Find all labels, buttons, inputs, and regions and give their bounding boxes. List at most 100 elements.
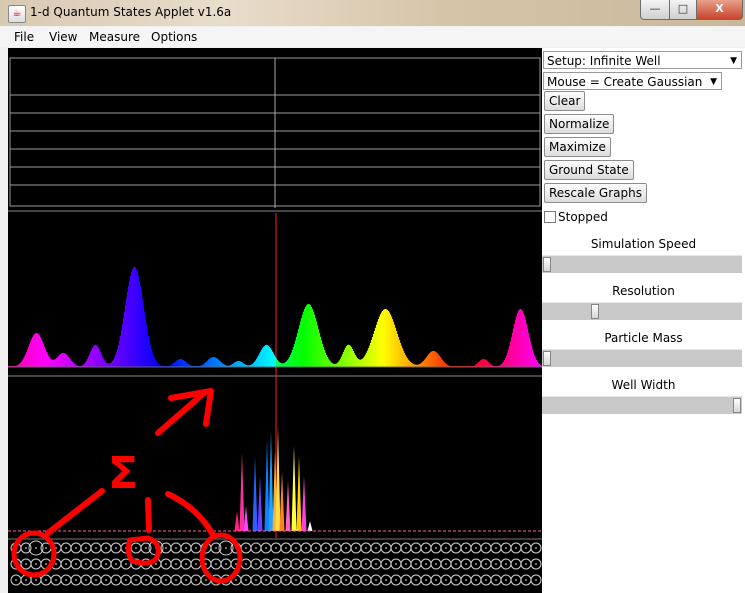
well-width-slider[interactable]	[542, 396, 742, 414]
phasor-dot	[395, 563, 397, 565]
phasor-dot	[325, 579, 327, 581]
phasor-dot	[255, 547, 257, 549]
setup-select[interactable]: Setup: Infinite Well ▼	[543, 51, 742, 69]
phasor-dot	[215, 563, 217, 565]
phasor-dot	[55, 579, 57, 581]
menu-view[interactable]: View	[49, 30, 77, 44]
phasor-dot	[165, 547, 167, 549]
chevron-down-icon: ▼	[710, 77, 717, 87]
resolution-slider[interactable]	[542, 302, 742, 320]
phasor-dot	[115, 547, 117, 549]
phasor-dot	[95, 579, 97, 581]
phasor-dot	[275, 563, 277, 565]
phasor-dot	[355, 579, 357, 581]
phasor-grid[interactable]	[10, 540, 542, 586]
slider-thumb[interactable]	[591, 304, 599, 319]
normalize-button[interactable]: Normalize	[544, 114, 615, 134]
phasor-dot	[435, 579, 437, 581]
phasor-dot	[295, 547, 297, 549]
slider-thumb[interactable]	[733, 398, 741, 413]
phasor-dot	[495, 547, 497, 549]
ground-state-button[interactable]: Ground State	[544, 160, 634, 180]
phasor-dot	[305, 547, 307, 549]
title-bar: ☕ 1-d Quantum States Applet v1.6a — □ X	[0, 0, 745, 26]
phasor-dot	[265, 579, 267, 581]
phasor-dot	[385, 547, 387, 549]
simulation-speed-slider[interactable]	[542, 255, 742, 273]
phasor-dot	[375, 563, 377, 565]
phasor-dot	[305, 563, 307, 565]
particle-mass-slider[interactable]	[542, 349, 742, 367]
menu-measure[interactable]: Measure	[89, 30, 140, 44]
applet-window: ☕ 1-d Quantum States Applet v1.6a — □ X …	[0, 0, 745, 593]
probability-density-graph	[8, 267, 542, 367]
clear-button[interactable]: Clear	[544, 91, 586, 111]
simulation-canvas[interactable]: Σ	[8, 48, 542, 593]
phasor-dot	[185, 579, 187, 581]
phasor-dot	[105, 563, 107, 565]
phasor-dot	[25, 579, 27, 581]
stopped-label: Stopped	[558, 210, 608, 224]
phasor-dot	[15, 579, 17, 581]
slider-thumb[interactable]	[543, 257, 551, 272]
phasor-dot	[95, 547, 97, 549]
phasor-dot	[435, 547, 437, 549]
annotation-circle-3	[199, 532, 243, 584]
phasor-dot	[145, 579, 147, 581]
phasor-dot	[295, 563, 297, 565]
menu-options[interactable]: Options	[151, 30, 197, 44]
phasor-dot	[425, 579, 427, 581]
close-button[interactable]: X	[696, 0, 743, 20]
momentum-spectrum-graph	[234, 426, 313, 531]
spectrum-spike	[257, 476, 263, 531]
particle-mass-label: Particle Mass	[604, 331, 683, 345]
phasor-dot	[275, 579, 277, 581]
phasor-dot	[345, 547, 347, 549]
maximize-button[interactable]: Maximize	[544, 137, 611, 157]
phasor-dot	[335, 579, 337, 581]
phasor-dot	[445, 563, 447, 565]
slider-thumb[interactable]	[543, 351, 551, 366]
phasor-dot	[395, 547, 397, 549]
phasor-dot	[395, 579, 397, 581]
phasor-dot	[495, 579, 497, 581]
phasor-dot	[465, 579, 467, 581]
phasor-dot	[365, 563, 367, 565]
phasor-dot	[95, 563, 97, 565]
phasor-dot	[345, 579, 347, 581]
phasor-dot	[535, 579, 537, 581]
graph-area[interactable]: Σ	[8, 48, 542, 593]
phasor-dot	[335, 563, 337, 565]
phasor-dot	[145, 547, 147, 549]
phasor-dot	[285, 579, 287, 581]
spectrum-spike	[268, 431, 274, 531]
phasor-dot	[305, 579, 307, 581]
maximize-button[interactable]: □	[669, 0, 697, 20]
phasor-dot	[125, 579, 127, 581]
sigma-symbol: Σ	[108, 448, 138, 499]
minimize-button[interactable]: —	[640, 0, 670, 20]
phasor-dot	[165, 563, 167, 565]
phasor-dot	[415, 547, 417, 549]
phasor-dot	[225, 547, 227, 549]
mouse-mode-select[interactable]: Mouse = Create Gaussian ▼	[543, 72, 722, 90]
spectrum-spike	[307, 521, 313, 531]
phasor-dot	[475, 579, 477, 581]
phasor-dot	[175, 563, 177, 565]
phasor-dot	[275, 547, 277, 549]
spectrum-spike	[296, 456, 302, 531]
menu-file[interactable]: File	[14, 30, 34, 44]
phasor-dot	[175, 579, 177, 581]
rescale-graphs-button[interactable]: Rescale Graphs	[544, 183, 647, 203]
window-title: 1-d Quantum States Applet v1.6a	[30, 5, 232, 19]
phasor-dot	[415, 579, 417, 581]
phasor-dot	[325, 547, 327, 549]
phasor-dot	[265, 563, 267, 565]
phasor-dot	[125, 563, 127, 565]
spectrum-spike	[243, 506, 249, 531]
checkbox-box[interactable]	[544, 211, 556, 223]
phasor-dot	[75, 563, 77, 565]
mouse-mode-select-value: Mouse = Create Gaussian	[547, 75, 703, 89]
phasor-dot	[35, 579, 37, 581]
phasor-dot	[405, 547, 407, 549]
